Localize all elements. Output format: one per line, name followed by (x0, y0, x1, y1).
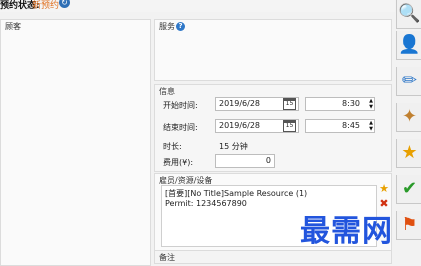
start-time-value: 8:30 (342, 99, 360, 108)
end-time-label: 结束时间: (163, 123, 198, 132)
calendar-icon[interactable]: 15 (283, 98, 296, 110)
end-date-value: 2019/6/28 (219, 121, 261, 130)
service-panel-title: 服务 (159, 22, 175, 31)
notes-panel: 备注 (154, 250, 392, 264)
watermark-text: 最需网 (300, 214, 393, 249)
pencil-icon[interactable]: ✏ (396, 67, 421, 96)
calendar-icon[interactable]: 15 (283, 120, 296, 132)
fee-field[interactable]: 0 (215, 154, 275, 168)
status-bar: 预约状态: 新预约 ↻ (0, 0, 395, 12)
service-panel: 服务 ? (154, 19, 392, 81)
customer-panel: 顾客 (0, 19, 151, 266)
calendar-day: 15 (285, 122, 294, 129)
start-time-label: 开始时间: (163, 101, 198, 110)
end-time-value: 8:45 (342, 121, 360, 130)
refresh-icon[interactable]: ↻ (59, 0, 70, 8)
start-date-value: 2019/6/28 (219, 99, 261, 108)
duration-value: 15 分钟 (219, 142, 248, 151)
staff-list-item[interactable]: [首要][No Title]Sample Resource (1) (165, 189, 373, 199)
info-panel: 信息 开始时间: 2019/6/28 15 8:30 ▲ ▼ 结束时间: 2019… (154, 84, 392, 172)
duration-label: 时长: (163, 142, 182, 151)
help-icon[interactable]: ? (176, 22, 185, 31)
flag-icon[interactable]: ⚑ (396, 211, 421, 240)
fee-value: 0 (265, 156, 271, 165)
star-icon[interactable]: ★ (378, 183, 390, 195)
end-time-spinner-icon[interactable]: ▲ ▼ (368, 120, 374, 132)
calendar-day: 15 (285, 100, 294, 107)
notes-panel-title: 备注 (159, 253, 175, 262)
person-icon[interactable]: 👤 (396, 31, 421, 60)
star-icon[interactable]: ★ (396, 139, 421, 168)
fee-label: 费用(¥): (163, 158, 194, 167)
search-icon[interactable]: 🔍 (396, 0, 421, 29)
start-time-field[interactable]: 8:30 (305, 97, 375, 111)
customer-panel-title: 顾客 (5, 22, 21, 31)
magic-wand-icon[interactable]: ✦ (396, 103, 421, 132)
status-value: 新预约 (32, 1, 60, 11)
info-panel-title: 信息 (159, 87, 175, 96)
check-icon[interactable]: ✔ (396, 175, 421, 204)
start-time-spinner-icon[interactable]: ▲ ▼ (368, 98, 374, 110)
end-time-field[interactable]: 8:45 (305, 119, 375, 133)
